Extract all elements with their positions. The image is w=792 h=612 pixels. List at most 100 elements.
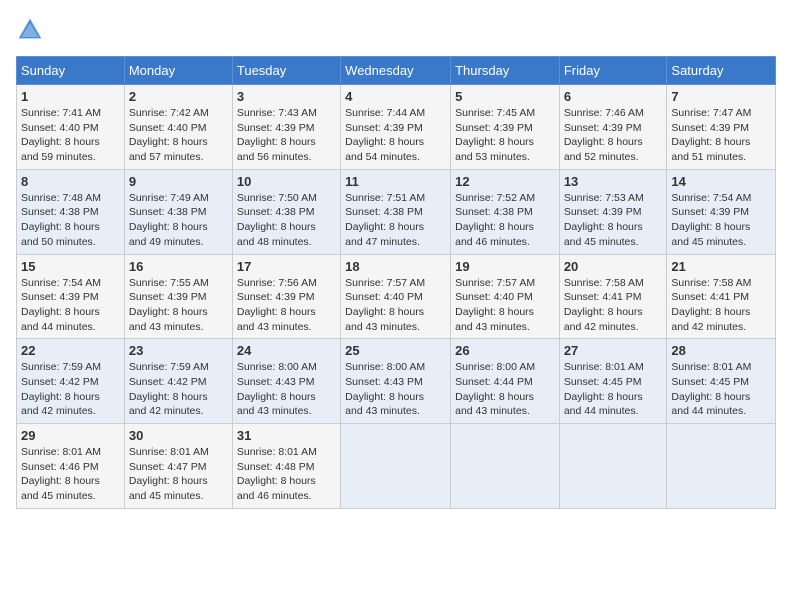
sunset-label: Sunset:	[671, 206, 710, 218]
calendar-table: SundayMondayTuesdayWednesdayThursdayFrid…	[16, 56, 776, 509]
sunset-label: Sunset:	[237, 461, 276, 473]
daylight-label: Daylight:	[455, 391, 499, 403]
daylight-label: Daylight:	[237, 306, 281, 318]
daylight-label: Daylight:	[564, 221, 608, 233]
calendar-cell: 8 Sunrise: 7:48 AM Sunset: 4:38 PM Dayli…	[17, 169, 125, 254]
day-info: Sunrise: 8:01 AM Sunset: 4:47 PM Dayligh…	[129, 445, 228, 504]
sunrise-label: Sunrise:	[21, 446, 62, 458]
daylight-value: 8 hours	[608, 136, 643, 148]
sunrise-value: 7:59 AM	[170, 361, 209, 373]
day-info: Sunrise: 7:45 AM Sunset: 4:39 PM Dayligh…	[455, 106, 555, 165]
daylight-value: 8 hours	[499, 306, 534, 318]
daylight-label: Daylight:	[455, 136, 499, 148]
sunset-value: 4:40 PM	[60, 122, 99, 134]
daylight-label: Daylight:	[345, 221, 389, 233]
day-number: 1	[21, 89, 120, 104]
daylight-value: 8 hours	[173, 221, 208, 233]
daylight-label: Daylight:	[129, 136, 173, 148]
calendar-cell: 6 Sunrise: 7:46 AM Sunset: 4:39 PM Dayli…	[559, 85, 667, 170]
sunrise-value: 7:42 AM	[170, 107, 209, 119]
calendar-cell: 11 Sunrise: 7:51 AM Sunset: 4:38 PM Dayl…	[341, 169, 451, 254]
day-info: Sunrise: 7:59 AM Sunset: 4:42 PM Dayligh…	[129, 360, 228, 419]
daylight-value: 8 hours	[608, 391, 643, 403]
sunset-value: 4:41 PM	[602, 291, 641, 303]
day-number: 9	[129, 174, 228, 189]
daylight-value: 8 hours	[65, 306, 100, 318]
calendar-cell: 28 Sunrise: 8:01 AM Sunset: 4:45 PM Dayl…	[667, 339, 776, 424]
weekday-header: Friday	[559, 57, 667, 85]
sunset-value: 4:39 PM	[602, 206, 641, 218]
sunset-value: 4:40 PM	[494, 291, 533, 303]
day-number: 6	[564, 89, 663, 104]
daylight-label: Daylight:	[671, 306, 715, 318]
calendar-cell: 16 Sunrise: 7:55 AM Sunset: 4:39 PM Dayl…	[124, 254, 232, 339]
daylight-value: 8 hours	[173, 136, 208, 148]
daylight-minutes: and 59 minutes.	[21, 151, 96, 163]
daylight-label: Daylight:	[129, 221, 173, 233]
sunset-label: Sunset:	[21, 376, 60, 388]
sunrise-label: Sunrise:	[21, 361, 62, 373]
daylight-label: Daylight:	[564, 306, 608, 318]
sunset-label: Sunset:	[455, 206, 494, 218]
day-info: Sunrise: 8:00 AM Sunset: 4:44 PM Dayligh…	[455, 360, 555, 419]
day-number: 22	[21, 343, 120, 358]
sunrise-value: 8:00 AM	[497, 361, 536, 373]
sunset-value: 4:38 PM	[384, 206, 423, 218]
sunrise-value: 7:41 AM	[62, 107, 101, 119]
calendar-cell: 15 Sunrise: 7:54 AM Sunset: 4:39 PM Dayl…	[17, 254, 125, 339]
day-info: Sunrise: 8:01 AM Sunset: 4:45 PM Dayligh…	[671, 360, 771, 419]
daylight-label: Daylight:	[21, 136, 65, 148]
day-info: Sunrise: 7:51 AM Sunset: 4:38 PM Dayligh…	[345, 191, 446, 250]
calendar-cell: 31 Sunrise: 8:01 AM Sunset: 4:48 PM Dayl…	[232, 424, 340, 509]
calendar-week-row: 15 Sunrise: 7:54 AM Sunset: 4:39 PM Dayl…	[17, 254, 776, 339]
sunset-label: Sunset:	[564, 376, 603, 388]
weekday-header: Tuesday	[232, 57, 340, 85]
sunset-value: 4:42 PM	[167, 376, 206, 388]
calendar-cell: 22 Sunrise: 7:59 AM Sunset: 4:42 PM Dayl…	[17, 339, 125, 424]
daylight-value: 8 hours	[715, 391, 750, 403]
sunrise-value: 8:00 AM	[387, 361, 426, 373]
daylight-minutes: and 57 minutes.	[129, 151, 204, 163]
day-info: Sunrise: 7:48 AM Sunset: 4:38 PM Dayligh…	[21, 191, 120, 250]
sunset-label: Sunset:	[455, 376, 494, 388]
daylight-value: 8 hours	[499, 391, 534, 403]
sunrise-value: 7:52 AM	[497, 192, 536, 204]
sunrise-label: Sunrise:	[564, 107, 605, 119]
sunset-value: 4:45 PM	[602, 376, 641, 388]
daylight-value: 8 hours	[715, 221, 750, 233]
daylight-label: Daylight:	[237, 136, 281, 148]
day-number: 8	[21, 174, 120, 189]
daylight-minutes: and 45 minutes.	[129, 490, 204, 502]
day-info: Sunrise: 7:58 AM Sunset: 4:41 PM Dayligh…	[564, 276, 663, 335]
sunrise-label: Sunrise:	[671, 192, 712, 204]
sunrise-label: Sunrise:	[129, 107, 170, 119]
daylight-value: 8 hours	[173, 306, 208, 318]
daylight-value: 8 hours	[715, 136, 750, 148]
sunrise-value: 7:57 AM	[387, 277, 426, 289]
sunset-label: Sunset:	[345, 122, 384, 134]
sunset-value: 4:39 PM	[60, 291, 99, 303]
sunset-label: Sunset:	[237, 376, 276, 388]
day-number: 29	[21, 428, 120, 443]
sunrise-value: 7:59 AM	[62, 361, 101, 373]
sunset-value: 4:43 PM	[275, 376, 314, 388]
sunrise-label: Sunrise:	[21, 107, 62, 119]
weekday-header: Wednesday	[341, 57, 451, 85]
day-info: Sunrise: 7:50 AM Sunset: 4:38 PM Dayligh…	[237, 191, 336, 250]
weekday-header: Saturday	[667, 57, 776, 85]
sunrise-value: 7:47 AM	[713, 107, 752, 119]
day-number: 18	[345, 259, 446, 274]
sunrise-label: Sunrise:	[129, 192, 170, 204]
day-number: 5	[455, 89, 555, 104]
daylight-value: 8 hours	[389, 221, 424, 233]
calendar-cell	[341, 424, 451, 509]
day-info: Sunrise: 7:44 AM Sunset: 4:39 PM Dayligh…	[345, 106, 446, 165]
sunset-value: 4:41 PM	[710, 291, 749, 303]
daylight-value: 8 hours	[173, 391, 208, 403]
sunrise-label: Sunrise:	[237, 107, 278, 119]
day-info: Sunrise: 7:41 AM Sunset: 4:40 PM Dayligh…	[21, 106, 120, 165]
sunset-value: 4:48 PM	[275, 461, 314, 473]
sunrise-label: Sunrise:	[237, 192, 278, 204]
sunset-value: 4:46 PM	[60, 461, 99, 473]
sunset-value: 4:42 PM	[60, 376, 99, 388]
